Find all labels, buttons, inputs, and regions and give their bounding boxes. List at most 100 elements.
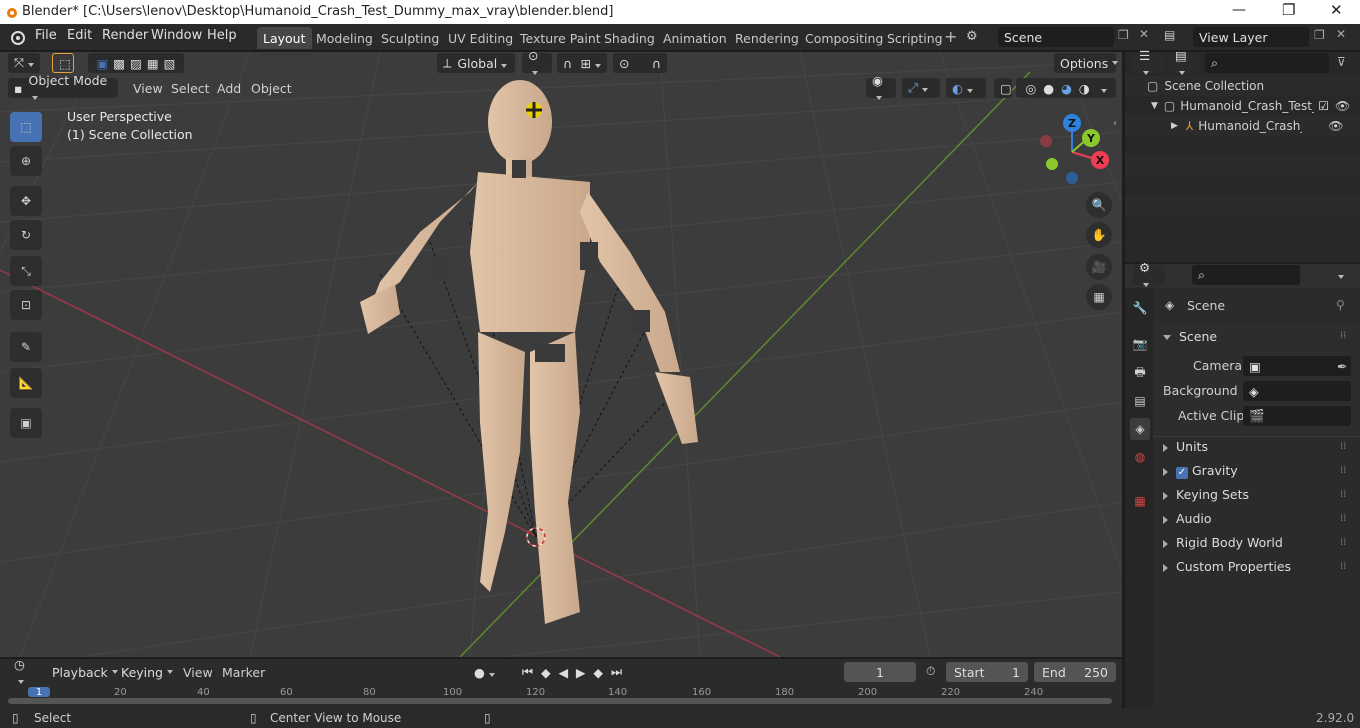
panel-keying-sets[interactable]: Keying Sets [1163, 487, 1249, 502]
add-cube-tool-icon[interactable]: ▣ [10, 408, 42, 438]
visibility-eye-icon[interactable]: 👁 [1335, 99, 1350, 113]
properties-options-icon[interactable] [1334, 268, 1344, 282]
options-dropdown[interactable]: Options [1054, 53, 1116, 73]
jump-keyframe-forward-icon[interactable]: ◆ [593, 665, 603, 680]
gravity-checkbox[interactable]: ✓ [1176, 467, 1188, 479]
start-frame-field[interactable]: Start 1 [946, 662, 1028, 682]
transform-orientation-dropdown[interactable]: ⟂ Global [437, 53, 515, 73]
properties-editor-type[interactable]: ⚙ [1133, 260, 1165, 285]
playhead[interactable]: 1 [28, 687, 50, 698]
cursor-tool-icon[interactable]: ⊕ [10, 146, 42, 176]
maximize-button[interactable]: ❐ [1282, 1, 1295, 19]
sidebar-toggle-icon[interactable]: ‹ [1113, 118, 1117, 129]
editor-type-button[interactable]: ⤧ [8, 53, 40, 73]
pin-icon[interactable]: ⚲ [1336, 298, 1345, 312]
menu-edit[interactable]: Edit [67, 28, 92, 43]
menu-help[interactable]: Help [207, 28, 237, 43]
tab-animation[interactable]: Animation [657, 27, 733, 49]
texture-tab-icon[interactable]: ▦ [1130, 490, 1150, 512]
proportional-edit-dropdown[interactable]: ⊙ ∩ [613, 53, 667, 73]
view-layer-tab-icon[interactable]: ▤ [1130, 390, 1150, 412]
view-layer-icon[interactable]: ▤ [1164, 28, 1175, 42]
eyedropper-icon[interactable]: ✒ [1337, 359, 1347, 374]
jump-start-icon[interactable]: ⏮ [522, 664, 533, 680]
outliner-row-collection[interactable]: ▼ ▢ Humanoid_Crash_Test_D ☑ 👁 [1125, 96, 1360, 116]
tab-rendering[interactable]: Rendering [729, 27, 805, 49]
drag-handle-icon[interactable]: ⁞⁞ [1340, 330, 1346, 341]
pivot-point-dropdown[interactable]: ⊙ [522, 52, 552, 73]
timeline-ruler[interactable]: 1 20 40 60 80 100 120 140 160 180 200 22… [8, 687, 1114, 707]
delete-scene-icon[interactable]: ✕ [1139, 27, 1149, 41]
panel-units[interactable]: Units [1163, 439, 1208, 454]
play-icon[interactable]: ▶ [576, 665, 586, 680]
panel-custom-properties[interactable]: Custom Properties [1163, 559, 1291, 574]
gizmo-x-axis[interactable]: X [1091, 151, 1109, 169]
close-button[interactable]: ✕ [1330, 1, 1343, 19]
menu-file[interactable]: File [35, 28, 57, 43]
select-extend-icon[interactable]: ▩ [113, 56, 125, 71]
render-tab-icon[interactable]: 📷 [1130, 333, 1150, 355]
select-invert-icon[interactable]: ▦ [147, 56, 159, 71]
auto-keying-toggle[interactable]: ● [468, 662, 506, 682]
outliner-search-field[interactable]: ⌕ [1205, 53, 1329, 73]
snapping-dropdown[interactable]: ∩ ⊞ [557, 53, 607, 73]
add-workspace-icon[interactable]: + [944, 27, 957, 46]
drag-handle-icon[interactable]: ⁞⁞ [1340, 441, 1346, 452]
viewport-menu-object[interactable]: Object [251, 81, 292, 96]
tab-modeling[interactable]: Modeling [310, 27, 379, 49]
timeline-scrollbar[interactable] [8, 698, 1112, 704]
world-tab-icon[interactable]: ◍ [1130, 446, 1150, 468]
tab-compositing[interactable]: Compositing [799, 27, 889, 49]
annotate-tool-icon[interactable]: ✎ [10, 332, 42, 362]
panel-gravity[interactable]: ✓ Gravity [1163, 463, 1238, 479]
timeline-editor-type[interactable]: ◷ [8, 657, 40, 682]
wireframe-shading-icon[interactable]: ◎ [1025, 81, 1036, 96]
viewport-menu-add[interactable]: Add [217, 81, 241, 96]
timeline-menu-marker[interactable]: Marker [222, 665, 265, 680]
play-reverse-icon[interactable]: ◀ [558, 665, 568, 680]
visibility-dropdown[interactable]: ◉ [866, 73, 896, 98]
visibility-eye-icon[interactable]: 👁 [1328, 119, 1343, 133]
gizmo-y-axis[interactable]: Y [1082, 129, 1100, 147]
solid-shading-icon[interactable]: ● [1043, 81, 1054, 96]
minimize-button[interactable]: — [1232, 2, 1246, 18]
measure-tool-icon[interactable]: 📐 [10, 368, 42, 398]
properties-search-field[interactable]: ⌕ [1192, 265, 1300, 285]
tab-uv-editing[interactable]: UV Editing [442, 27, 519, 49]
panel-rigid-body-world[interactable]: Rigid Body World [1163, 535, 1283, 550]
gizmo-z-axis[interactable]: Z [1063, 114, 1081, 132]
outliner-editor-type[interactable]: ☰ [1133, 48, 1165, 73]
tab-scripting[interactable]: Scripting [881, 27, 949, 49]
drag-handle-icon[interactable]: ⁞⁞ [1340, 513, 1346, 524]
shading-mode-buttons[interactable]: ◎ ● ◕ ◑ [1016, 78, 1116, 98]
keying-dropdown[interactable]: Keying [115, 662, 173, 682]
select-new-icon[interactable]: ▣ [96, 56, 108, 71]
active-clip-field[interactable]: 🎬 [1243, 406, 1351, 426]
drag-handle-icon[interactable]: ⁞⁞ [1340, 561, 1346, 572]
panel-scene-header[interactable]: Scene [1163, 329, 1217, 344]
camera-view-icon[interactable]: 🎥 [1086, 254, 1112, 280]
tab-texture-paint[interactable]: Texture Paint [514, 27, 607, 49]
outliner-root-row[interactable]: ▢ Scene Collection [1125, 76, 1360, 96]
rendered-shading-icon[interactable]: ◑ [1079, 81, 1090, 96]
viewport-menu-view[interactable]: View [133, 81, 163, 96]
gizmo-toggle[interactable]: ⤢ [902, 78, 940, 98]
new-scene-icon[interactable]: ❐ [1118, 28, 1129, 42]
filter-icon[interactable]: ⊽ [1337, 55, 1346, 69]
mode-dropdown[interactable]: ▪ Object Mode [8, 73, 118, 98]
transform-tool-icon[interactable]: ⊡ [10, 290, 42, 320]
overlay-toggle[interactable]: ◐ [946, 78, 986, 98]
current-frame-field[interactable]: 1 [844, 662, 916, 682]
menu-window[interactable]: Window [151, 28, 202, 43]
scale-tool-icon[interactable]: ⤡ [10, 256, 42, 286]
select-intersect-icon[interactable]: ▧ [164, 56, 176, 71]
zoom-icon[interactable]: 🔍 [1086, 192, 1112, 218]
rotate-tool-icon[interactable]: ↻ [10, 220, 42, 250]
background-field[interactable]: ◈ [1243, 381, 1351, 401]
tab-shading[interactable]: Shading [598, 27, 661, 49]
material-preview-icon[interactable]: ◕ [1061, 81, 1072, 96]
tool-tab-icon[interactable]: 🔧 [1130, 297, 1150, 319]
new-view-layer-icon[interactable]: ❐ [1314, 28, 1325, 42]
tab-layout[interactable]: Layout [257, 27, 312, 49]
end-frame-field[interactable]: End 250 [1034, 662, 1116, 682]
